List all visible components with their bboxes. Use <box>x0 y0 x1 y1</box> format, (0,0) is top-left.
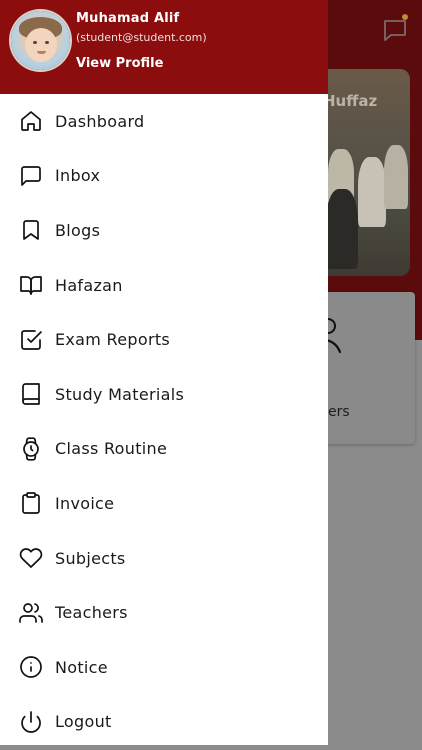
menu-item-label: Dashboard <box>55 111 145 131</box>
menu-item-notice[interactable]: Notice <box>0 640 328 695</box>
clipboard-icon <box>18 490 44 516</box>
menu-item-label: Logout <box>55 712 112 732</box>
info-icon <box>18 654 44 680</box>
navigation-drawer: Muhamad Alif (student@student.com) View … <box>0 0 328 745</box>
user-name: Muhamad Alif <box>76 11 180 26</box>
user-email: (student@student.com) <box>76 31 207 44</box>
drawer-header: Muhamad Alif (student@student.com) View … <box>0 0 328 94</box>
menu-item-inbox[interactable]: Inbox <box>0 149 328 204</box>
menu-item-invoice[interactable]: Invoice <box>0 476 328 531</box>
menu-item-subjects[interactable]: Subjects <box>0 531 328 586</box>
users-icon <box>18 600 44 626</box>
menu-item-label: Teachers <box>55 603 128 623</box>
menu-item-blogs[interactable]: Blogs <box>0 203 328 258</box>
menu-item-label: Inbox <box>55 166 101 186</box>
home-icon <box>18 108 44 134</box>
avatar[interactable] <box>11 11 70 70</box>
view-profile-link[interactable]: View Profile <box>76 56 163 71</box>
menu-item-class-routine[interactable]: Class Routine <box>0 422 328 477</box>
heart-icon <box>18 545 44 571</box>
card-label: ers <box>328 404 350 420</box>
message-square-icon <box>18 163 44 189</box>
menu-item-label: Invoice <box>55 493 115 513</box>
menu-item-exam-reports[interactable]: Exam Reports <box>0 312 328 367</box>
menu-item-study-materials[interactable]: Study Materials <box>0 367 328 422</box>
menu-item-label: Blogs <box>55 220 101 240</box>
book-icon <box>18 381 44 407</box>
menu-item-label: Exam Reports <box>55 330 171 350</box>
bookmark-icon <box>18 217 44 243</box>
menu-item-label: Class Routine <box>55 439 168 459</box>
banner-title: Huffaz <box>323 92 378 110</box>
menu-item-logout[interactable]: Logout <box>0 695 328 750</box>
check-square-icon <box>18 327 44 353</box>
watch-icon <box>18 436 44 462</box>
drawer-menu: Dashboard Inbox Blogs Hafazan Exam Repor… <box>0 94 328 749</box>
menu-item-hafazan[interactable]: Hafazan <box>0 258 328 313</box>
menu-item-teachers[interactable]: Teachers <box>0 585 328 640</box>
menu-item-dashboard[interactable]: Dashboard <box>0 94 328 149</box>
menu-item-label: Study Materials <box>55 384 185 404</box>
book-open-icon <box>18 272 44 298</box>
menu-item-label: Hafazan <box>55 275 123 295</box>
chat-icon <box>382 18 408 42</box>
power-icon <box>18 709 44 735</box>
menu-item-label: Notice <box>55 657 108 677</box>
menu-item-label: Subjects <box>55 548 126 568</box>
